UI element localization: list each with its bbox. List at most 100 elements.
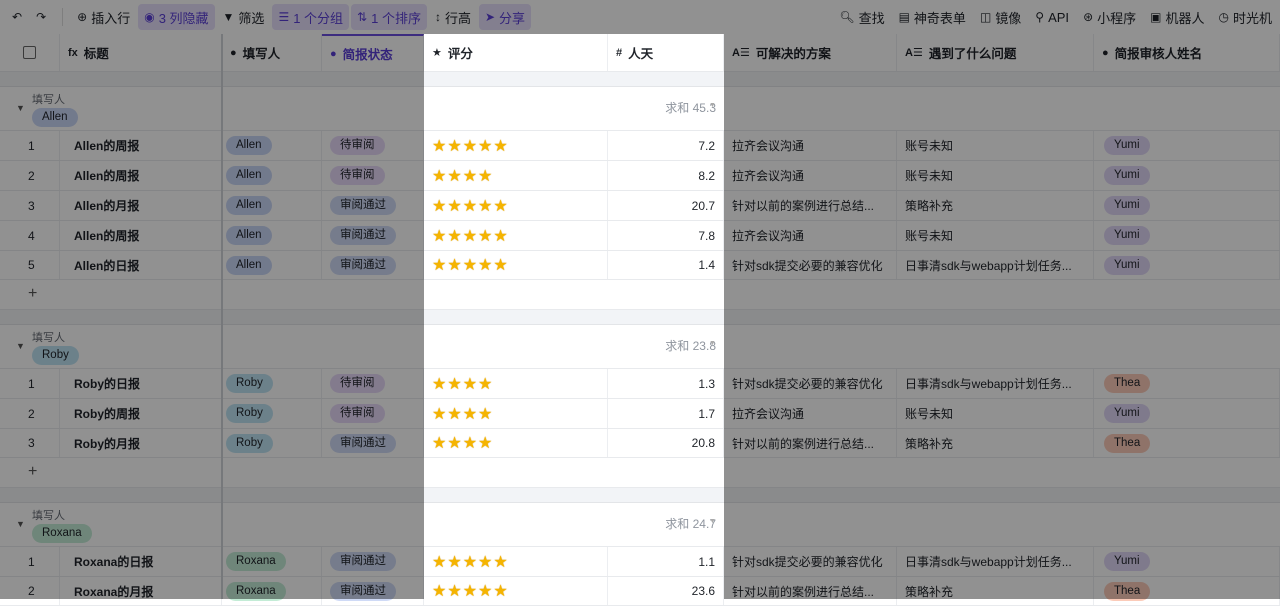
rating-cell[interactable]: ★★★★★ xyxy=(424,251,608,279)
star-rating[interactable]: ★★★★ xyxy=(432,166,493,186)
title-cell[interactable]: Roxana的日报 xyxy=(60,547,222,576)
days-cell[interactable]: 7.2 xyxy=(608,131,724,160)
sort-button[interactable]: ⇅ 1 个排序 xyxy=(351,4,427,30)
problem-cell[interactable]: 日事清sdk与webapp计划任务... xyxy=(897,251,1094,279)
filter-button[interactable]: ▼ 筛选 xyxy=(217,4,271,30)
status-cell[interactable]: 审阅通过 xyxy=(322,547,424,576)
frozen-column-divider[interactable] xyxy=(221,34,223,599)
column-header-6[interactable]: A☰ 可解决的方案 xyxy=(724,34,897,71)
reviewer-cell[interactable]: Yumi xyxy=(1094,399,1280,428)
add-row[interactable]: + xyxy=(0,280,1280,310)
rating-cell[interactable]: ★★★★★ xyxy=(424,547,608,576)
solution-cell[interactable]: 拉齐会议沟通 xyxy=(724,161,897,190)
column-header-3[interactable]: ● 简报状态 xyxy=(322,34,424,71)
api-button[interactable]: ⚲ API xyxy=(1029,4,1075,30)
rating-cell[interactable]: ★★★★ xyxy=(424,429,608,457)
table-row[interactable]: 1 Allen的周报 Allen 待审阅 ★★★★★ 7.2 拉齐会议沟通 账号未知 Yumi xyxy=(0,131,1280,161)
reviewer-cell[interactable]: Yumi xyxy=(1094,221,1280,250)
title-cell[interactable]: Roby的日报 xyxy=(60,369,222,398)
column-header-1[interactable]: fx 标题 xyxy=(60,34,222,71)
reviewer-cell[interactable]: Yumi xyxy=(1094,131,1280,160)
time-machine-button[interactable]: ◷ 时光机 xyxy=(1213,4,1279,30)
rating-cell[interactable]: ★★★★ xyxy=(424,399,608,428)
rating-cell[interactable]: ★★★★★ xyxy=(424,191,608,220)
reviewer-cell[interactable]: Yumi xyxy=(1094,161,1280,190)
search-button[interactable]: 🔍︎ 查找 xyxy=(833,4,890,30)
days-cell[interactable]: 1.1 xyxy=(608,547,724,576)
writer-cell[interactable]: Allen xyxy=(222,251,322,279)
row-height-button[interactable]: ↕ 行高 xyxy=(429,4,477,30)
mirror-button[interactable]: ◫ 镜像 xyxy=(974,4,1027,30)
days-cell[interactable]: 1.7 xyxy=(608,399,724,428)
star-rating[interactable]: ★★★★★ xyxy=(432,581,509,601)
row-number-cell[interactable]: 3 xyxy=(0,429,60,457)
rating-cell[interactable]: ★★★★★ xyxy=(424,221,608,250)
status-cell[interactable]: 审阅通过 xyxy=(322,429,424,457)
plus-circle-button[interactable]: ⊕ 插入行 xyxy=(71,4,136,30)
solution-cell[interactable]: 针对sdk提交必要的兼容优化 xyxy=(724,547,897,576)
column-header-8[interactable]: ● 简报审核人姓名 xyxy=(1094,34,1280,71)
problem-cell[interactable]: 账号未知 xyxy=(897,399,1094,428)
star-rating[interactable]: ★★★★ xyxy=(432,374,493,394)
table-row[interactable]: 2 Roby的周报 Roby 待审阅 ★★★★ 1.7 拉齐会议沟通 账号未知 Yumi xyxy=(0,399,1280,429)
writer-cell[interactable]: Roby xyxy=(222,369,322,398)
star-rating[interactable]: ★★★★★ xyxy=(432,196,509,216)
solution-cell[interactable]: 针对sdk提交必要的兼容优化 xyxy=(724,369,897,398)
solution-cell[interactable]: 针对sdk提交必要的兼容优化 xyxy=(724,251,897,279)
table-row[interactable]: 1 Roby的日报 Roby 待审阅 ★★★★ 1.3 针对sdk提交必要的兼容优化 日事清s… xyxy=(0,369,1280,399)
writer-cell[interactable]: Allen xyxy=(222,221,322,250)
row-number-cell[interactable]: 1 xyxy=(0,369,60,398)
status-cell[interactable]: 审阅通过 xyxy=(322,577,424,605)
title-cell[interactable]: Roby的月报 xyxy=(60,429,222,457)
collapse-triangle-icon[interactable]: ▼ xyxy=(16,341,25,351)
table-row[interactable]: 2 Allen的周报 Allen 待审阅 ★★★★ 8.2 拉齐会议沟通 账号未知 Yumi xyxy=(0,161,1280,191)
group-sum[interactable]: 求和 23.8 xyxy=(608,337,724,354)
status-cell[interactable]: 审阅通过 xyxy=(322,191,424,220)
table-row[interactable]: 5 Allen的日报 Allen 审阅通过 ★★★★★ 1.4 针对sdk提交必要的兼容优化… xyxy=(0,251,1280,280)
sum-dropdown-icon[interactable]: ▼ xyxy=(709,102,716,109)
group-button[interactable]: ☰ 1 个分组 xyxy=(272,4,350,30)
column-header-7[interactable]: A☰ 遇到了什么问题 xyxy=(897,34,1094,71)
writer-cell[interactable]: Roby xyxy=(222,399,322,428)
column-header-4[interactable]: ★ 评分 xyxy=(424,34,608,71)
robot-button[interactable]: ▣ 机器人 xyxy=(1144,4,1210,30)
table-row[interactable]: 3 Roby的月报 Roby 审阅通过 ★★★★ 20.8 针对以前的案例进行总结... 策略… xyxy=(0,429,1280,458)
add-row-icon[interactable]: + xyxy=(28,463,37,481)
rating-cell[interactable]: ★★★★★ xyxy=(424,131,608,160)
column-header-5[interactable]: # 人天 xyxy=(608,34,724,71)
days-cell[interactable]: 1.4 xyxy=(608,251,724,279)
problem-cell[interactable]: 策略补充 xyxy=(897,577,1094,605)
table-row[interactable]: 3 Allen的月报 Allen 审阅通过 ★★★★★ 20.7 针对以前的案例进行总结..… xyxy=(0,191,1280,221)
reviewer-cell[interactable]: Yumi xyxy=(1094,191,1280,220)
writer-cell[interactable]: Roxana xyxy=(222,547,322,576)
solution-cell[interactable]: 拉齐会议沟通 xyxy=(724,221,897,250)
row-number-cell[interactable]: 2 xyxy=(0,577,60,605)
star-rating[interactable]: ★★★★★ xyxy=(432,255,509,275)
status-cell[interactable]: 审阅通过 xyxy=(322,251,424,279)
row-number-cell[interactable]: 2 xyxy=(0,161,60,190)
table-row[interactable]: 2 Roxana的月报 Roxana 审阅通过 ★★★★★ 23.6 针对以前的案例进行总结… xyxy=(0,577,1280,606)
writer-cell[interactable]: Allen xyxy=(222,131,322,160)
row-number-cell[interactable]: 1 xyxy=(0,547,60,576)
status-cell[interactable]: 待审阅 xyxy=(322,399,424,428)
form-button[interactable]: ▤ 神奇表单 xyxy=(893,4,972,30)
days-cell[interactable]: 20.8 xyxy=(608,429,724,457)
problem-cell[interactable]: 日事清sdk与webapp计划任务... xyxy=(897,547,1094,576)
share-button[interactable]: ➤ 分享 xyxy=(478,4,532,30)
redo-button[interactable]: ↷ xyxy=(30,4,52,30)
star-rating[interactable]: ★★★★★ xyxy=(432,552,509,572)
table-row[interactable]: 1 Roxana的日报 Roxana 审阅通过 ★★★★★ 1.1 针对sdk提交必要的兼容… xyxy=(0,547,1280,577)
column-header-0[interactable] xyxy=(0,34,60,71)
row-number-cell[interactable]: 2 xyxy=(0,399,60,428)
group-header[interactable]: ▼ 填写人 Roby 求和 23.8 ▼ xyxy=(0,325,1280,369)
add-row[interactable]: + xyxy=(0,458,1280,488)
group-header[interactable]: ▼ 填写人 Roxana 求和 24.7 ▼ xyxy=(0,503,1280,547)
days-cell[interactable]: 7.8 xyxy=(608,221,724,250)
days-cell[interactable]: 20.7 xyxy=(608,191,724,220)
status-cell[interactable]: 待审阅 xyxy=(322,369,424,398)
star-rating[interactable]: ★★★★ xyxy=(432,404,493,424)
writer-cell[interactable]: Allen xyxy=(222,161,322,190)
group-sum[interactable]: 求和 24.7 xyxy=(608,515,724,532)
problem-cell[interactable]: 账号未知 xyxy=(897,221,1094,250)
star-rating[interactable]: ★★★★★ xyxy=(432,136,509,156)
